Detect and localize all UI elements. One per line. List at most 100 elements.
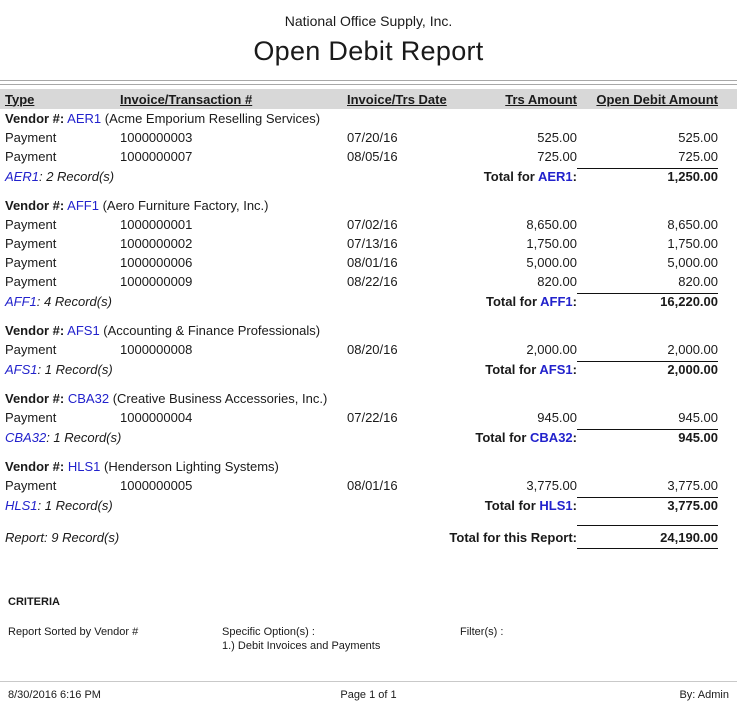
vendor-section: Vendor #: CBA32 (Creative Business Acces… (0, 389, 737, 447)
footer-datetime: 8/30/2016 6:16 PM (8, 689, 340, 701)
payment-row: Payment100000000508/01/163,775.003,775.0… (0, 476, 737, 495)
record-count-text: : 1 Record(s) (38, 498, 113, 513)
record-count-text: : 4 Record(s) (37, 294, 112, 309)
section-total-cell: 16,220.00 (577, 293, 737, 309)
trs-amount-cell: 945.00 (460, 408, 577, 427)
type-cell: Payment (0, 234, 118, 253)
payment-row: Payment100000000808/20/162,000.002,000.0… (0, 340, 737, 359)
type-cell: Payment (0, 147, 118, 166)
payment-row: Payment100000000107/02/168,650.008,650.0… (0, 215, 737, 234)
record-count-vendor-code: AFF1 (5, 294, 37, 309)
section-total-label: Total for AFS1: (437, 362, 577, 377)
vendor-name: (Henderson Lighting Systems) (104, 459, 279, 474)
section-total-cell: 3,775.00 (577, 497, 737, 513)
vendor-code-link[interactable]: HLS1 (68, 459, 101, 474)
section-total-cell: 2,000.00 (577, 361, 737, 377)
criteria-options-col: Specific Option(s) : 1.) Debit Invoices … (222, 626, 460, 652)
invoice-cell: 1000000009 (118, 272, 345, 291)
section-total-row: CBA32: 1 Record(s)Total for CBA32:945.00 (0, 427, 737, 447)
total-label-vendor-code: AER1 (538, 169, 573, 184)
section-total-row: AFS1: 1 Record(s)Total for AFS1:2,000.00 (0, 359, 737, 379)
date-cell: 08/22/16 (345, 272, 460, 291)
section-total-label: Total for HLS1: (437, 498, 577, 513)
report-page: National Office Supply, Inc. Open Debit … (0, 0, 737, 713)
footer-page-number: Page 1 of 1 (340, 689, 396, 701)
report-total-label: Total for this Report: (437, 530, 577, 545)
type-cell: Payment (0, 128, 118, 147)
criteria-row: Report Sorted by Vendor # Specific Optio… (8, 626, 737, 652)
payment-row: Payment100000000207/13/161,750.001,750.0… (0, 234, 737, 253)
vendor-header-row: Vendor #: AFS1 (Accounting & Finance Pro… (0, 321, 737, 340)
type-cell: Payment (0, 253, 118, 272)
trs-amount-cell: 5,000.00 (460, 253, 577, 272)
payment-row: Payment100000000307/20/16525.00525.00 (0, 128, 737, 147)
date-cell: 07/13/16 (345, 234, 460, 253)
record-count-text: : 2 Record(s) (39, 169, 114, 184)
criteria-option-item: 1.) Debit Invoices and Payments (222, 640, 460, 652)
vendor-label: Vendor #: (5, 391, 64, 406)
vendor-code-link[interactable]: AFF1 (67, 198, 99, 213)
date-cell: 08/01/16 (345, 476, 460, 495)
open-debit-cell: 525.00 (577, 128, 737, 147)
vendor-label: Vendor #: (5, 111, 64, 126)
vendor-label: Vendor #: (5, 459, 64, 474)
section-record-count: AFS1: 1 Record(s) (0, 362, 437, 377)
criteria-filters-col: Filter(s) : (460, 626, 737, 652)
vendor-code-link[interactable]: AFS1 (67, 323, 100, 338)
vendor-label: Vendor #: (5, 323, 64, 338)
vendor-section: Vendor #: AER1 (Acme Emporium Reselling … (0, 109, 737, 186)
col-header-open-debit: Open Debit Amount (596, 92, 718, 107)
section-total-amount: 16,220.00 (577, 293, 718, 309)
section-total-row: AFF1: 4 Record(s)Total for AFF1:16,220.0… (0, 291, 737, 311)
vendor-name: (Creative Business Accessories, Inc.) (113, 391, 328, 406)
section-total-row: AER1: 2 Record(s)Total for AER1:1,250.00 (0, 166, 737, 186)
report-summary-row: Report: 9 Record(s) Total for this Repor… (0, 525, 737, 549)
record-count-vendor-code: HLS1 (5, 498, 38, 513)
section-total-cell: 1,250.00 (577, 168, 737, 184)
section-total-amount: 3,775.00 (577, 497, 718, 513)
section-total-row: HLS1: 1 Record(s)Total for HLS1:3,775.00 (0, 495, 737, 515)
record-count-text: : 1 Record(s) (38, 362, 113, 377)
vendor-name: (Acme Emporium Reselling Services) (105, 111, 320, 126)
section-record-count: CBA32: 1 Record(s) (0, 430, 437, 445)
section-record-count: HLS1: 1 Record(s) (0, 498, 437, 513)
invoice-cell: 1000000007 (118, 147, 345, 166)
open-debit-cell: 945.00 (577, 408, 737, 427)
invoice-cell: 1000000008 (118, 340, 345, 359)
trs-amount-cell: 2,000.00 (460, 340, 577, 359)
page-footer: 8/30/2016 6:16 PM Page 1 of 1 By: Admin (0, 689, 737, 701)
report-record-count: Report: 9 Record(s) (0, 530, 437, 545)
vendor-code-link[interactable]: CBA32 (68, 391, 109, 406)
open-debit-cell: 1,750.00 (577, 234, 737, 253)
trs-amount-cell: 820.00 (460, 272, 577, 291)
col-header-invoice: Invoice/Transaction # (120, 92, 252, 107)
column-header-row: Type Invoice/Transaction # Invoice/Trs D… (0, 89, 737, 109)
invoice-cell: 1000000004 (118, 408, 345, 427)
date-cell: 07/02/16 (345, 215, 460, 234)
vendor-section: Vendor #: HLS1 (Henderson Lighting Syste… (0, 457, 737, 515)
invoice-cell: 1000000001 (118, 215, 345, 234)
section-total-amount: 2,000.00 (577, 361, 718, 377)
invoice-cell: 1000000003 (118, 128, 345, 147)
trs-amount-cell: 8,650.00 (460, 215, 577, 234)
type-cell: Payment (0, 340, 118, 359)
record-count-vendor-code: AFS1 (5, 362, 38, 377)
open-debit-cell: 3,775.00 (577, 476, 737, 495)
criteria-sorted-by-col: Report Sorted by Vendor # (8, 626, 222, 652)
type-cell: Payment (0, 272, 118, 291)
section-total-amount: 945.00 (577, 429, 718, 445)
date-cell: 08/01/16 (345, 253, 460, 272)
date-cell: 08/05/16 (345, 147, 460, 166)
section-total-amount: 1,250.00 (577, 168, 718, 184)
vendor-code-link[interactable]: AER1 (67, 111, 101, 126)
col-header-date: Invoice/Trs Date (347, 92, 447, 107)
report-total-amount: 24,190.00 (577, 525, 718, 549)
payment-row: Payment100000000608/01/165,000.005,000.0… (0, 253, 737, 272)
criteria-sorted-by: Report Sorted by Vendor # (8, 626, 222, 638)
date-cell: 07/22/16 (345, 408, 460, 427)
vendor-label: Vendor #: (5, 198, 64, 213)
record-count-vendor-code: CBA32 (5, 430, 46, 445)
col-header-trs-amount: Trs Amount (505, 92, 577, 107)
vendor-header-row: Vendor #: HLS1 (Henderson Lighting Syste… (0, 457, 737, 476)
criteria-section: CRITERIA Report Sorted by Vendor # Speci… (8, 596, 737, 652)
